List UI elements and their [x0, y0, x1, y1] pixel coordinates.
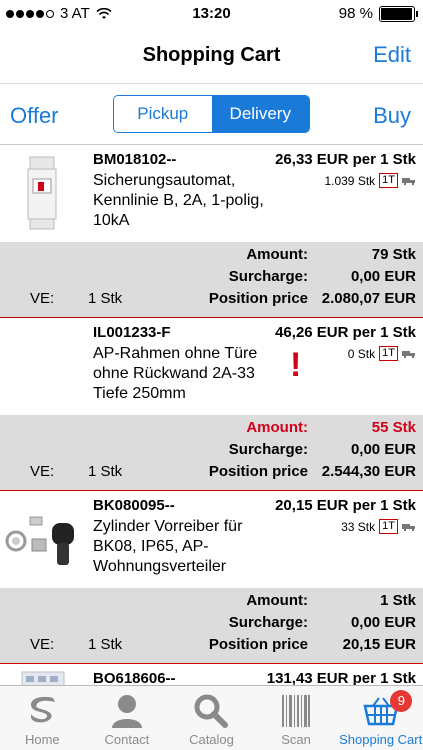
- stock-quantity: 1.039 Stk: [324, 173, 376, 188]
- amount-label: Amount:: [246, 246, 308, 263]
- product-image-partial: [0, 668, 86, 685]
- battery-percent: 98 %: [338, 5, 373, 22]
- product-image-lock-cylinder: [0, 495, 86, 581]
- cart-item[interactable]: BK080095-- 20,15 EUR per 1 Stk Zylinder …: [0, 491, 423, 588]
- ve-label: VE:: [30, 290, 55, 307]
- product-image-circuit-breaker: [0, 149, 86, 235]
- surcharge-value: 0,00 EUR: [350, 441, 416, 458]
- tab-label: Home: [24, 732, 60, 747]
- amount-value[interactable]: 1 Stk: [380, 592, 416, 609]
- product-sku: BK080095--: [93, 497, 175, 514]
- stock-code: 1T: [379, 173, 398, 188]
- ve-value: 1 Stk: [88, 636, 123, 653]
- truck-icon: [402, 177, 415, 185]
- surcharge-value: 0,00 EUR: [350, 268, 416, 285]
- tab-label: Contact: [104, 732, 150, 747]
- tab-bar: Home Contact Catalog Scan 9 Shopping Car…: [0, 685, 423, 750]
- position-price-value: 2.080,07 EUR: [321, 290, 416, 307]
- status-right: 98 %: [338, 5, 418, 22]
- unit-price: 131,43 EUR per 1 Stk: [266, 670, 416, 685]
- stock-quantity: 33 Stk: [341, 519, 376, 534]
- stock-code: 1T: [379, 346, 398, 361]
- stock-code: 1T: [379, 519, 398, 534]
- tab-label: Shopping Cart: [339, 732, 423, 747]
- position-price-label: Position price: [208, 290, 308, 307]
- position-price-label: Position price: [208, 636, 308, 653]
- amount-value[interactable]: 55 Stk: [372, 419, 416, 436]
- surcharge-label: Surcharge:: [228, 614, 308, 631]
- ve-label: VE:: [30, 463, 55, 480]
- item-summary: Amount: 79 Stk Surcharge: 0,00 EUR VE: 1…: [0, 242, 423, 317]
- product-description: Zylinder Vorreiber für BK08, IP65, AP-Wo…: [93, 518, 243, 575]
- tab-shopping-cart[interactable]: 9 Shopping Cart: [338, 686, 423, 750]
- barcode-icon: [282, 695, 311, 727]
- position-price-value: 20,15 EUR: [342, 636, 416, 653]
- product-sku: IL001233-F: [93, 324, 171, 341]
- edit-button[interactable]: Edit: [373, 42, 411, 68]
- offer-button[interactable]: Offer: [10, 103, 59, 129]
- tab-catalog[interactable]: Catalog: [169, 686, 254, 750]
- cart-item[interactable]: BO618606-- 131,43 EUR per 1 Stk: [0, 664, 423, 685]
- cart-item[interactable]: IL001233-F 46,26 EUR per 1 Stk AP-Rahmen…: [0, 318, 423, 415]
- product-description: AP-Rahmen ohne Türe ohne Rückwand 2A-33 …: [93, 345, 258, 402]
- buy-button[interactable]: Buy: [373, 103, 411, 129]
- unit-price: 20,15 EUR per 1 Stk: [275, 497, 416, 514]
- pickup-delivery-segmented-control: Pickup Delivery: [113, 95, 310, 133]
- ve-label: VE:: [30, 636, 55, 653]
- item-summary: Amount: 55 Stk Surcharge: 0,00 EUR VE: 1…: [0, 415, 423, 490]
- surcharge-value: 0,00 EUR: [350, 614, 416, 631]
- position-price-label: Position price: [208, 463, 308, 480]
- surcharge-label: Surcharge:: [228, 268, 308, 285]
- ve-value: 1 Stk: [88, 463, 123, 480]
- home-logo-icon: [31, 696, 56, 723]
- tab-scan[interactable]: Scan: [254, 686, 339, 750]
- person-icon: [111, 695, 142, 728]
- segment-pickup[interactable]: Pickup: [114, 96, 212, 132]
- tab-contact[interactable]: Contact: [85, 686, 170, 750]
- truck-icon: [402, 350, 415, 358]
- stock-info: 0 Stk 1T: [348, 346, 416, 361]
- stock-info: 33 Stk 1T: [341, 519, 416, 534]
- navigation-bar: Shopping Cart Edit: [0, 28, 423, 84]
- warning-icon: !: [290, 346, 302, 384]
- tab-label: Catalog: [189, 732, 234, 747]
- page-title: Shopping Cart: [142, 44, 281, 66]
- battery-icon: [379, 5, 418, 22]
- status-bar: 3 AT 13:20 98 %: [0, 0, 423, 28]
- stock-quantity: 0 Stk: [347, 346, 376, 361]
- magnifier-icon: [194, 694, 229, 728]
- amount-label: Amount:: [246, 419, 308, 436]
- amount-value[interactable]: 79 Stk: [372, 246, 416, 263]
- item-summary: Amount: 1 Stk Surcharge: 0,00 EUR VE: 1 …: [0, 588, 423, 663]
- tab-home[interactable]: Home: [0, 686, 85, 750]
- cart-list[interactable]: BM018102-- 26,33 EUR per 1 Stk Sicherung…: [0, 145, 423, 685]
- stock-info: 1.039 Stk 1T: [324, 173, 416, 188]
- segment-delivery[interactable]: Delivery: [211, 96, 309, 132]
- unit-price: 46,26 EUR per 1 Stk: [275, 324, 416, 341]
- ve-value: 1 Stk: [88, 290, 123, 307]
- tab-label: Scan: [281, 732, 311, 747]
- truck-icon: [402, 523, 415, 531]
- amount-label: Amount:: [246, 592, 308, 609]
- cart-item[interactable]: BM018102-- 26,33 EUR per 1 Stk Sicherung…: [0, 145, 423, 242]
- product-sku: BO618606--: [93, 670, 176, 685]
- surcharge-label: Surcharge:: [228, 441, 308, 458]
- product-image-placeholder: [0, 322, 86, 408]
- position-price-value: 2.544,30 EUR: [321, 463, 416, 480]
- battery-fill: [381, 7, 413, 20]
- product-sku: BM018102--: [93, 151, 177, 168]
- cart-toolbar: Offer Pickup Delivery Buy: [0, 85, 423, 145]
- product-description: Sicherungsautomat, Kennlinie B, 2A, 1-po…: [93, 172, 264, 229]
- unit-price: 26,33 EUR per 1 Stk: [275, 151, 416, 168]
